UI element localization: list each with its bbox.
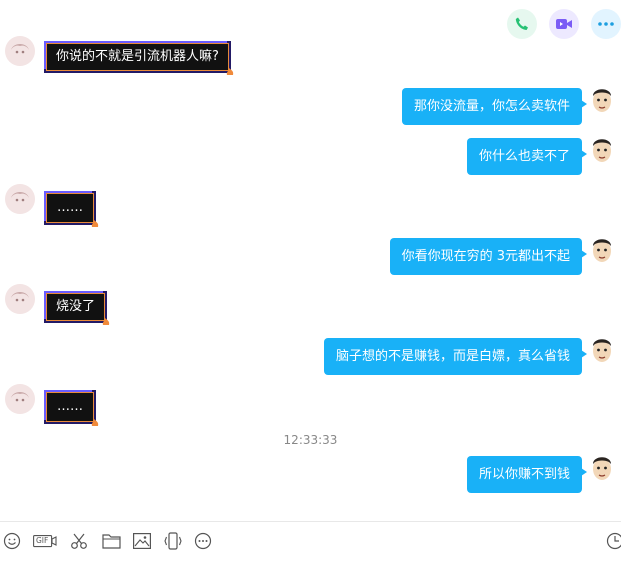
history-button[interactable] <box>605 531 621 551</box>
message-bubble-received[interactable]: 你说的不就是引流机器人嘛? <box>46 43 229 71</box>
user-avatar[interactable] <box>587 234 617 264</box>
flame-icon <box>101 316 111 326</box>
folder-icon <box>102 533 121 549</box>
message-timestamp: 12:33:33 <box>0 433 621 447</box>
user-avatar[interactable] <box>587 134 617 164</box>
message-bubble-sent[interactable]: 所以你赚不到钱 <box>467 456 582 493</box>
message-bubble-sent[interactable]: 你看你现在穷的 3元都出不起 <box>390 238 582 275</box>
shake-icon <box>164 532 182 550</box>
input-toolbar: GIF <box>0 521 621 575</box>
message-text: 你什么也卖不了 <box>479 149 570 164</box>
contact-avatar[interactable] <box>5 184 35 214</box>
more-tools-button[interactable] <box>193 531 213 551</box>
image-icon <box>133 533 151 549</box>
message-text: 烧没了 <box>56 299 95 314</box>
file-button[interactable] <box>101 531 121 551</box>
contact-avatar[interactable] <box>5 36 35 66</box>
message-text: 那你没流量，你怎么卖软件 <box>414 99 570 114</box>
message-text: …… <box>57 399 83 414</box>
message-bubble-received[interactable]: 烧没了 <box>46 293 105 321</box>
message-bubble-sent[interactable]: 那你没流量，你怎么卖软件 <box>402 88 582 125</box>
flame-icon <box>90 218 100 228</box>
user-avatar[interactable] <box>587 334 617 364</box>
user-avatar[interactable] <box>587 84 617 114</box>
flame-icon <box>225 66 235 76</box>
message-bubble-sent[interactable]: 你什么也卖不了 <box>467 138 582 175</box>
gif-button[interactable]: GIF <box>33 531 57 551</box>
message-text: 所以你赚不到钱 <box>479 467 570 482</box>
contact-avatar[interactable] <box>5 284 35 314</box>
scissors-icon <box>70 532 88 550</box>
user-avatar[interactable] <box>587 452 617 482</box>
screenshot-button[interactable] <box>69 531 89 551</box>
emoji-button[interactable] <box>2 531 22 551</box>
history-icon <box>606 532 621 550</box>
message-bubble-sent[interactable]: 脑子想的不是赚钱，而是白嫖，真么省钱 <box>324 338 582 375</box>
message-list[interactable]: 你说的不就是引流机器人嘛? 那你没流量，你怎么卖软件 你什么也卖不了 …… 你看… <box>0 0 621 520</box>
more-circle-icon <box>194 532 212 550</box>
emoji-icon <box>3 532 21 550</box>
gif-label: GIF <box>36 536 48 545</box>
contact-avatar[interactable] <box>5 384 35 414</box>
message-text: 你看你现在穷的 3元都出不起 <box>402 249 570 264</box>
message-text: 你说的不就是引流机器人嘛? <box>56 49 219 64</box>
message-bubble-received[interactable]: …… <box>46 193 94 223</box>
window-shake-button[interactable] <box>163 531 183 551</box>
message-text: 脑子想的不是赚钱，而是白嫖，真么省钱 <box>336 349 570 364</box>
message-bubble-received[interactable]: …… <box>46 392 94 422</box>
message-text: …… <box>57 200 83 215</box>
flame-icon <box>90 417 100 427</box>
image-button[interactable] <box>132 531 152 551</box>
